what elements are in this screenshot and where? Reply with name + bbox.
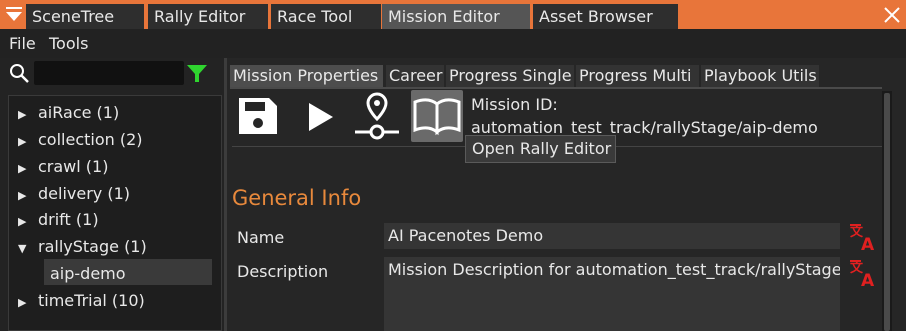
translate-icon[interactable]: 文 A bbox=[849, 223, 877, 255]
tree-item-airace[interactable]: ▶ aiRace (1) bbox=[18, 103, 119, 122]
search-icon bbox=[9, 63, 31, 85]
svg-text:A: A bbox=[861, 271, 875, 287]
tree-item-collection[interactable]: ▶ collection (2) bbox=[18, 130, 143, 149]
expand-arrow-icon[interactable]: ▶ bbox=[18, 108, 30, 121]
filter-icon[interactable] bbox=[186, 62, 208, 84]
tree-item-label: aiRace (1) bbox=[38, 103, 120, 122]
tab-race-tool[interactable]: Race Tool bbox=[271, 4, 381, 29]
tab-mission-properties[interactable]: Mission Properties bbox=[230, 65, 383, 87]
section-title: General Info bbox=[232, 186, 362, 210]
translate-icon[interactable]: 文 A bbox=[849, 259, 877, 291]
map-pin-icon bbox=[355, 92, 399, 140]
menu-bar bbox=[0, 29, 906, 58]
tab-rally-editor[interactable]: Rally Editor bbox=[148, 4, 268, 29]
tree-item-aip-demo[interactable]: aip-demo bbox=[50, 264, 126, 283]
tree-item-label: drift (1) bbox=[38, 210, 99, 229]
svg-text:A: A bbox=[861, 235, 875, 251]
tab-underline bbox=[230, 87, 882, 89]
name-field[interactable]: AI Pacenotes Demo bbox=[384, 223, 840, 249]
tree-item-delivery[interactable]: ▶ delivery (1) bbox=[18, 184, 130, 203]
tab-playbook-utils[interactable]: Playbook Utils bbox=[701, 65, 819, 87]
description-field[interactable]: Mission Description for automation_test_… bbox=[384, 257, 840, 331]
expand-arrow-icon[interactable]: ▶ bbox=[18, 189, 30, 202]
search-input[interactable] bbox=[34, 61, 184, 85]
tab-progress-multi[interactable]: Progress Multi bbox=[576, 65, 699, 87]
name-label: Name bbox=[237, 228, 285, 247]
description-label: Description bbox=[237, 262, 329, 281]
tree-item-label: aip-demo bbox=[50, 264, 126, 283]
open-rally-editor-button[interactable] bbox=[411, 90, 463, 142]
tab-progress-single[interactable]: Progress Single bbox=[446, 65, 574, 87]
tree-item-label: rallyStage (1) bbox=[38, 237, 147, 256]
play-button[interactable] bbox=[293, 90, 345, 142]
menu-toggle-icon[interactable] bbox=[3, 4, 25, 26]
tree-item-rallystage[interactable]: ▼ rallyStage (1) bbox=[18, 237, 147, 256]
tab-mission-editor[interactable]: Mission Editor bbox=[382, 4, 530, 29]
mission-id-label: Mission ID: bbox=[471, 95, 558, 114]
save-icon bbox=[239, 98, 277, 134]
menu-tools[interactable]: Tools bbox=[49, 34, 88, 53]
tree-item-label: timeTrial (10) bbox=[38, 291, 145, 310]
tab-asset-browser[interactable]: Asset Browser bbox=[533, 4, 678, 29]
tree-item-timetrial[interactable]: ▶ timeTrial (10) bbox=[18, 291, 145, 310]
expand-arrow-icon[interactable]: ▶ bbox=[18, 296, 30, 309]
tree-item-crawl[interactable]: ▶ crawl (1) bbox=[18, 157, 108, 176]
scrollbar-thumb[interactable] bbox=[884, 93, 890, 331]
tree-item-label: crawl (1) bbox=[38, 157, 109, 176]
play-icon bbox=[309, 103, 333, 131]
expand-arrow-icon[interactable]: ▶ bbox=[18, 135, 30, 148]
tree-item-label: delivery (1) bbox=[38, 184, 130, 203]
tab-scenetree[interactable]: SceneTree bbox=[26, 4, 144, 29]
tooltip: Open Rally Editor bbox=[465, 135, 616, 163]
collapse-arrow-icon[interactable]: ▼ bbox=[18, 242, 30, 255]
expand-arrow-icon[interactable]: ▶ bbox=[18, 162, 30, 175]
location-button[interactable] bbox=[351, 90, 403, 142]
close-icon[interactable] bbox=[882, 5, 902, 25]
save-button[interactable] bbox=[233, 90, 285, 142]
expand-arrow-icon[interactable]: ▶ bbox=[18, 215, 30, 228]
tree-item-label: collection (2) bbox=[38, 130, 143, 149]
book-icon bbox=[413, 98, 461, 136]
tab-career[interactable]: Career bbox=[386, 65, 444, 87]
menu-file[interactable]: File bbox=[9, 34, 36, 53]
tree-item-drift[interactable]: ▶ drift (1) bbox=[18, 210, 99, 229]
